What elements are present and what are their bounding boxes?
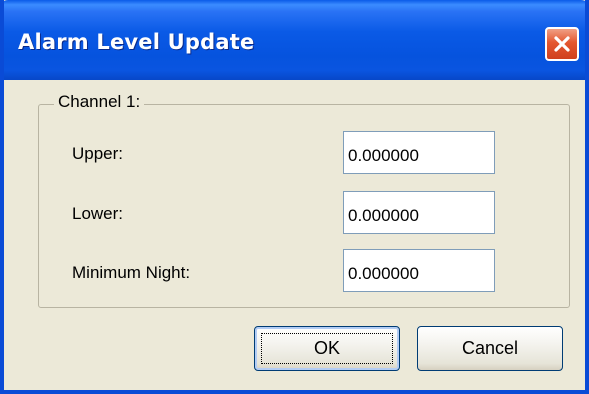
minimum-night-input[interactable] [343,249,495,292]
focus-ring [261,333,393,364]
close-icon [554,36,570,52]
lower-input[interactable] [343,191,495,234]
channel-group-label: Channel 1: [54,92,145,112]
dialog-body: Channel 1: Upper: Lower: Minimum Night: … [4,80,585,390]
cancel-button-label: Cancel [461,338,519,358]
ok-button[interactable]: OK [254,326,400,371]
window-title: Alarm Level Update [18,30,255,54]
title-bar[interactable]: Alarm Level Update [4,0,585,80]
lower-label: Lower: [72,204,124,223]
cancel-button[interactable]: Cancel [417,326,563,371]
upper-label: Upper: [72,144,124,163]
close-button[interactable] [545,27,579,61]
upper-input[interactable] [343,131,495,174]
minimum-night-label: Minimum Night: [72,263,191,282]
alarm-level-update-dialog: Alarm Level Update Channel 1: Upper: Low… [0,0,589,394]
